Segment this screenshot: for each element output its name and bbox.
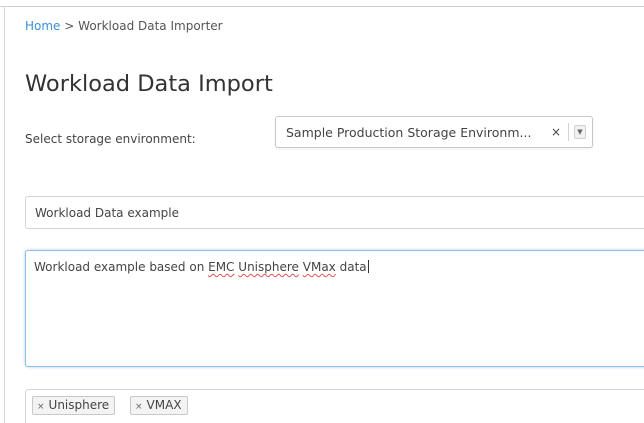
breadcrumb-separator: >: [64, 19, 75, 33]
tag-label: VMAX: [146, 398, 182, 412]
remove-tag-icon[interactable]: ×: [37, 402, 45, 412]
clear-selection-icon[interactable]: ×: [551, 125, 561, 139]
workload-import-page: Home > Workload Data Importer Workload D…: [0, 0, 644, 423]
chevron-down-icon[interactable]: ▼: [574, 125, 586, 139]
storage-environment-select[interactable]: Sample Production Storage Environm... × …: [275, 116, 593, 148]
select-divider: [568, 123, 569, 141]
tags-input[interactable]: × Unisphere × VMAX: [25, 389, 644, 423]
frame-left-border: [4, 6, 5, 423]
breadcrumb: Home > Workload Data Importer: [25, 19, 223, 33]
tag-label: Unisphere: [48, 398, 110, 412]
storage-environment-label: Select storage environment:: [25, 132, 196, 146]
frame-top-border: [0, 6, 644, 7]
tag-vmax: × VMAX: [130, 396, 188, 415]
remove-tag-icon[interactable]: ×: [135, 402, 143, 412]
page-title: Workload Data Import: [25, 71, 273, 97]
workload-description-textarea[interactable]: Workload example based on EMC Unisphere …: [25, 250, 644, 367]
storage-environment-selected-value: Sample Production Storage Environm...: [286, 125, 532, 140]
breadcrumb-home-link[interactable]: Home: [25, 19, 60, 33]
description-word-unisphere: Unisphere: [238, 260, 299, 274]
description-text-start: Workload example based on: [34, 260, 209, 274]
workload-name-input[interactable]: [25, 196, 644, 229]
tag-unisphere: × Unisphere: [32, 396, 116, 415]
workload-description-text: Workload example based on EMC Unisphere …: [34, 260, 369, 274]
breadcrumb-current: Workload Data Importer: [78, 19, 223, 33]
description-word-emc: EMC: [208, 260, 235, 274]
text-caret: [367, 260, 369, 273]
description-text-end: data: [335, 260, 367, 274]
description-word-vmax: VMax: [302, 260, 336, 274]
